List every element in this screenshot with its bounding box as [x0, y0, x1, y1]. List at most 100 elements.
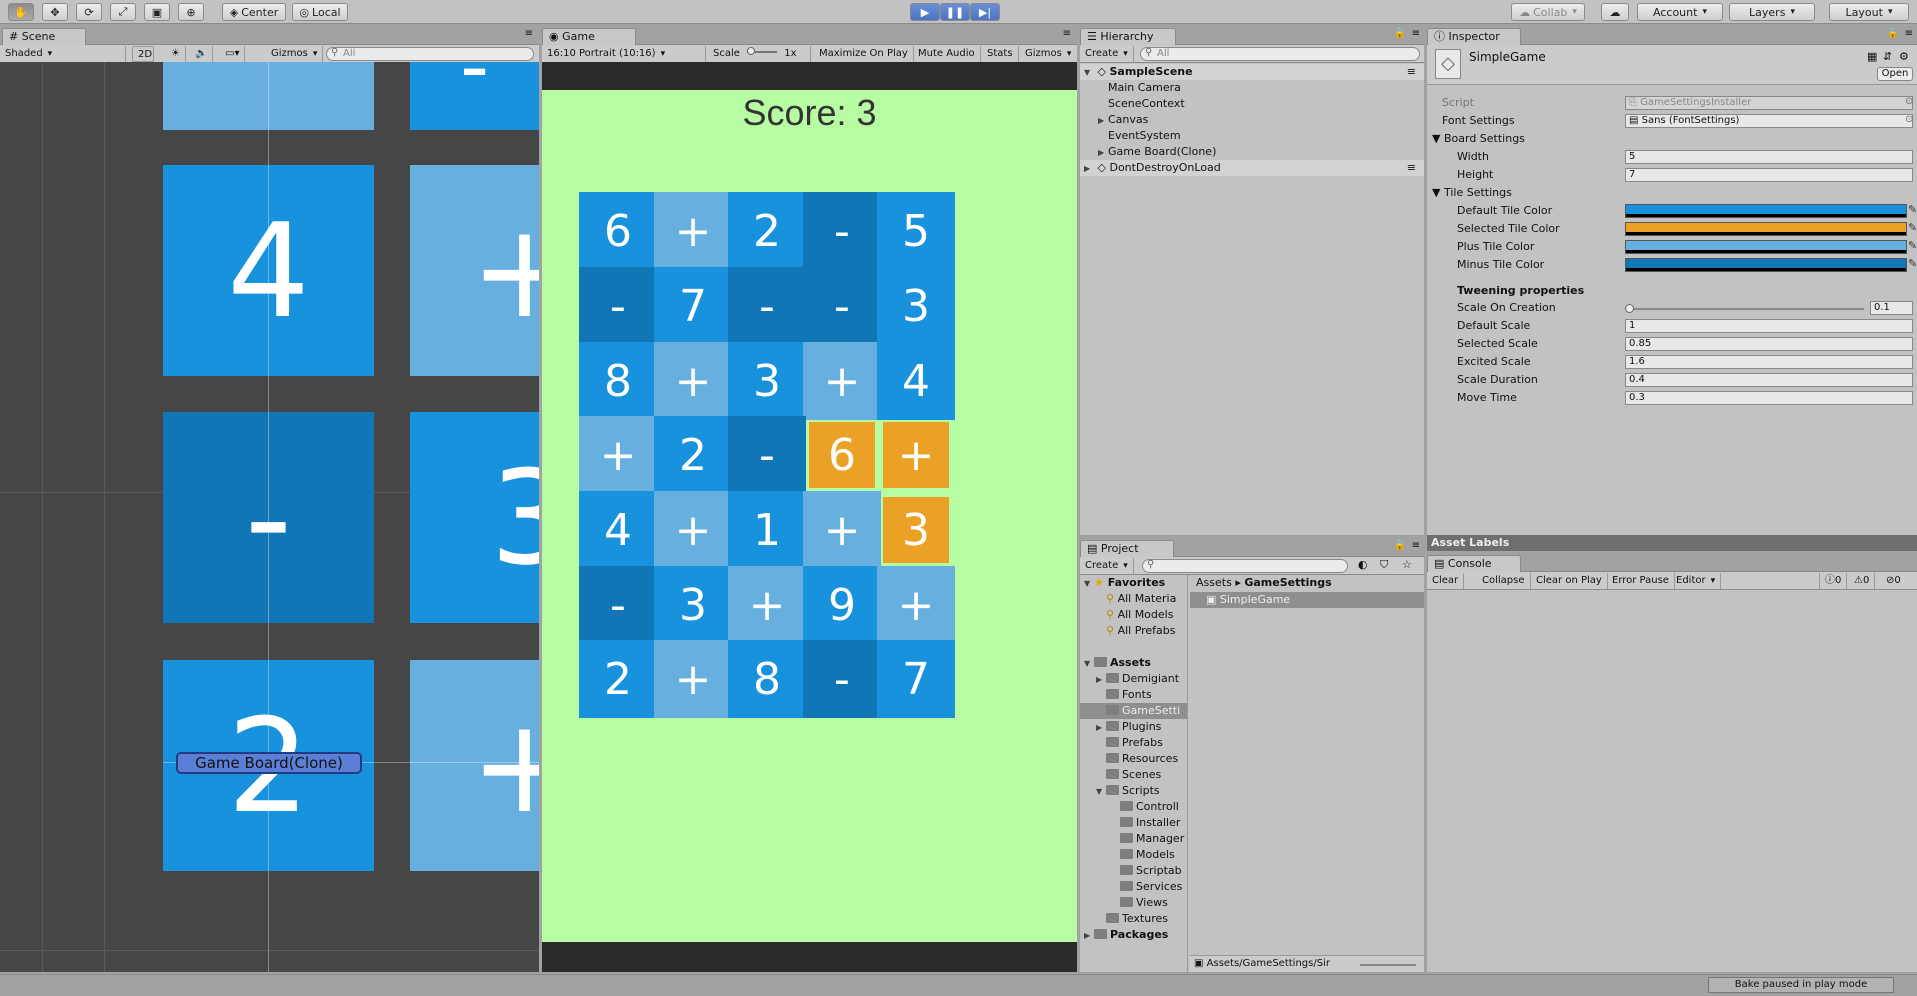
scene-gizmos-dropdown[interactable]: Gizmos	[266, 46, 324, 62]
aspect-dropdown[interactable]: 16:10 Portrait (10:16)	[542, 46, 706, 62]
eyedropper-icon[interactable]: ✎	[1908, 257, 1917, 270]
asset-folder[interactable]: Textures	[1106, 911, 1168, 927]
error-toggle[interactable]: ⊘0	[1881, 573, 1906, 589]
move-time-field[interactable]: 0.3	[1625, 391, 1913, 405]
effects-dropdown-icon[interactable]: ▭▾	[220, 46, 246, 62]
rotate-tool-icon[interactable]: ⟳	[76, 3, 102, 21]
asset-folder[interactable]: Prefabs	[1106, 735, 1163, 751]
tab-console[interactable]: ▤ Console	[1427, 555, 1521, 572]
transform-tool-icon[interactable]: ⊕	[178, 3, 204, 21]
cloud-button[interactable]: ☁	[1601, 3, 1629, 21]
hierarchy-item[interactable]: EventSystem	[1080, 128, 1424, 144]
collapsed-arrow-icon[interactable]: ▶	[1098, 145, 1108, 161]
scale-slider[interactable]: Scale 1x	[708, 46, 811, 62]
tab-inspector[interactable]: ⓘ Inspector	[1427, 28, 1521, 45]
asset-folder[interactable]: Resources	[1106, 751, 1178, 767]
info-toggle[interactable]: ⓘ0	[1819, 573, 1848, 589]
game-tile[interactable]: 4	[579, 491, 657, 569]
game-tile[interactable]: 3	[883, 497, 949, 563]
pause-button[interactable]: ❚❚	[940, 3, 970, 21]
selection-label[interactable]: Game Board(Clone)	[176, 752, 362, 774]
play-button[interactable]: ▶	[910, 3, 940, 21]
layers-dropdown[interactable]: Layers	[1729, 3, 1815, 21]
mode-2d-toggle[interactable]: 2D	[132, 46, 154, 62]
scene-menu-icon[interactable]: ≡	[1407, 64, 1416, 80]
favorites-row[interactable]: ▼ ★ Favorites	[1084, 575, 1165, 591]
game-tile[interactable]: +	[654, 491, 732, 569]
eyedropper-icon[interactable]: ✎	[1908, 221, 1917, 234]
script-folder[interactable]: Views	[1120, 895, 1168, 911]
script-folder[interactable]: Models	[1120, 847, 1175, 863]
error-pause-toggle[interactable]: Error Pause	[1607, 573, 1675, 589]
scale-on-creation-slider[interactable]	[1625, 304, 1864, 313]
game-gizmos-dropdown[interactable]: Gizmos	[1020, 46, 1076, 62]
asset-folder[interactable]: Fonts	[1106, 687, 1152, 703]
script-folder[interactable]: Services	[1120, 879, 1182, 895]
game-tile[interactable]: 2	[728, 192, 806, 270]
game-tile[interactable]: -	[803, 192, 881, 270]
filter-label-icon[interactable]: ⛉	[1380, 558, 1388, 572]
lock-icon[interactable]: 🔒	[1394, 28, 1406, 39]
selected-tile-color-field[interactable]	[1625, 222, 1907, 236]
default-scale-field[interactable]: 1	[1625, 319, 1913, 333]
game-tile[interactable]: 3	[877, 267, 955, 345]
assets-row[interactable]: ▼ Assets	[1084, 655, 1151, 671]
game-tile[interactable]: -	[579, 566, 657, 644]
hand-tool-icon[interactable]: ✋	[8, 3, 34, 21]
game-tile[interactable]: 7	[877, 640, 955, 718]
clear-on-play-toggle[interactable]: Clear on Play	[1531, 573, 1608, 589]
scale-tool-icon[interactable]: ⤢	[110, 3, 136, 21]
hierarchy-item[interactable]: SceneContext	[1080, 96, 1424, 112]
asset-folder-selected[interactable]: GameSetti	[1080, 703, 1187, 719]
scene-row[interactable]: ▼ ◇ SampleScene ≡	[1080, 64, 1424, 80]
maximize-on-play-toggle[interactable]: Maximize On Play	[814, 46, 914, 62]
docs-icon[interactable]: ▦	[1867, 50, 1877, 63]
hierarchy-item[interactable]: ▶ Canvas	[1080, 112, 1424, 128]
game-tile[interactable]: -	[803, 640, 881, 718]
game-tile[interactable]: 7	[654, 267, 732, 345]
preset-icon[interactable]: ⇵	[1883, 50, 1892, 63]
game-tile[interactable]: 1	[728, 491, 806, 569]
tile-settings-foldout[interactable]: ▼ Tile Settings	[1432, 186, 1512, 199]
pivot-center-button[interactable]: ◈ Center	[222, 3, 286, 21]
tab-scene[interactable]: # Scene	[2, 28, 86, 45]
breadcrumb-root[interactable]: Assets	[1196, 576, 1232, 589]
asset-list-item-selected[interactable]: ▣ SimpleGame	[1190, 592, 1424, 608]
slider-thumb[interactable]	[1625, 304, 1634, 313]
game-tile[interactable]: +	[654, 192, 732, 270]
hierarchy-search-input[interactable]: All	[1140, 47, 1420, 61]
collapse-toggle[interactable]: Collapse	[1477, 573, 1531, 589]
dontdestroy-menu-icon[interactable]: ≡	[1407, 160, 1416, 176]
asset-folder[interactable]: ▼ Scripts	[1096, 783, 1160, 799]
minus-tile-color-field[interactable]	[1625, 258, 1907, 272]
favorite-item[interactable]: ⚲ All Models	[1106, 607, 1173, 623]
eyedropper-icon[interactable]: ✎	[1908, 239, 1917, 252]
asset-labels-bar[interactable]: Asset Labels	[1427, 535, 1917, 551]
hierarchy-menu-icon[interactable]: ≡	[1412, 28, 1420, 39]
game-tile[interactable]: +	[654, 640, 732, 718]
game-tile[interactable]: 2	[579, 640, 657, 718]
script-folder[interactable]: Scriptab	[1120, 863, 1182, 879]
audio-toggle-icon[interactable]: 🔈	[190, 46, 214, 62]
panel-menu-icon[interactable]: ≡	[525, 28, 533, 39]
asset-folder[interactable]: Scenes	[1106, 767, 1161, 783]
icon-size-slider[interactable]	[1360, 964, 1416, 966]
collab-dropdown[interactable]: ☁ Collab	[1511, 3, 1585, 21]
warning-toggle[interactable]: ⚠0	[1849, 573, 1876, 589]
board-settings-foldout[interactable]: ▼ Board Settings	[1432, 132, 1525, 145]
game-tile[interactable]: +	[803, 342, 881, 420]
dontdestroy-row[interactable]: ▶ ◇ DontDestroyOnLoad ≡	[1080, 160, 1424, 176]
game-tile[interactable]: 5	[877, 192, 955, 270]
game-tile[interactable]: -	[728, 267, 806, 345]
shading-dropdown[interactable]: Shaded	[0, 46, 126, 62]
console-log-area[interactable]	[1427, 591, 1917, 972]
asset-folder[interactable]: ▶ Demigiant	[1096, 671, 1179, 687]
game-tile[interactable]: +	[654, 342, 732, 420]
script-folder[interactable]: Controll	[1120, 799, 1179, 815]
game-panel-menu-icon[interactable]: ≡	[1063, 28, 1071, 39]
game-tile[interactable]: -	[728, 416, 806, 494]
layout-dropdown[interactable]: Layout	[1829, 3, 1909, 21]
height-field[interactable]: 7	[1625, 168, 1913, 182]
font-settings-field[interactable]: ▤ Sans (FontSettings)	[1625, 114, 1913, 128]
game-tile[interactable]: 3	[728, 342, 806, 420]
